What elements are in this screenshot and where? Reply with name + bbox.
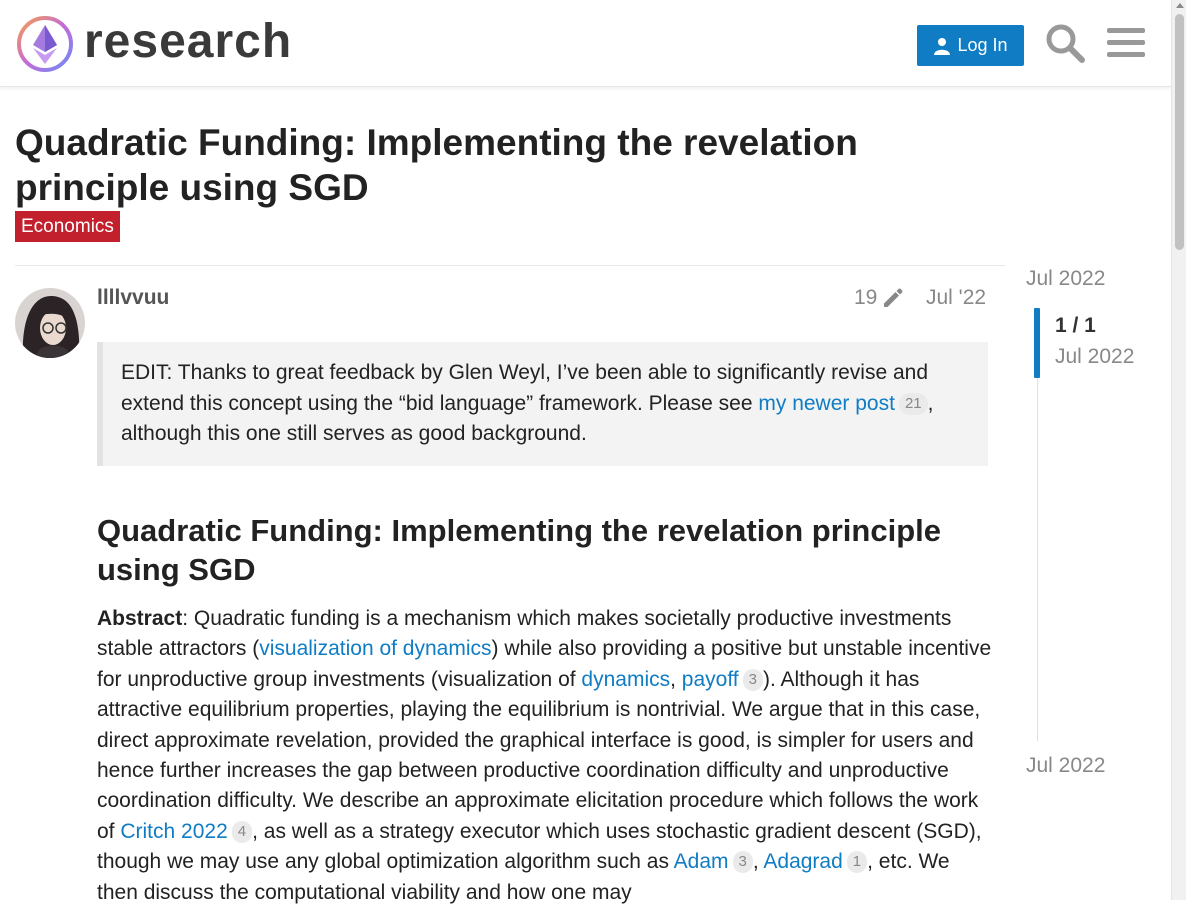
abstract-text: , — [670, 667, 682, 691]
post-date[interactable]: Jul '22 — [926, 286, 986, 310]
link-click-count: 3 — [732, 851, 753, 874]
edit-notice-quote: EDIT: Thanks to great feedback by Glen W… — [97, 342, 988, 466]
critch-2022-link[interactable]: Critch 2022 — [120, 820, 227, 843]
topic-title[interactable]: Quadratic Funding: Implementing the reve… — [15, 120, 915, 210]
scrollbar-thumb[interactable] — [1175, 14, 1184, 250]
adam-link[interactable]: Adam — [674, 850, 729, 873]
visualization-of-dynamics-link[interactable]: visualization of dynamics — [259, 637, 491, 660]
abstract-label: Abstract — [97, 607, 183, 630]
link-click-count: 4 — [231, 820, 253, 843]
timeline-position: 1 / 1 — [1055, 314, 1096, 337]
adagrad-link[interactable]: Adagrad — [763, 850, 842, 873]
post-username[interactable]: llllvvuu — [97, 286, 169, 310]
page-scrollbar[interactable] — [1171, 0, 1186, 900]
abstract-paragraph: Abstract: Quadratic funding is a mechani… — [97, 604, 992, 908]
site-name[interactable]: research — [84, 14, 292, 70]
pencil-icon — [884, 288, 903, 307]
timeline-position-date: Jul 2022 — [1055, 345, 1135, 368]
edit-count: 19 — [854, 286, 878, 309]
link-click-count: 1 — [846, 851, 868, 874]
site-logo-icon[interactable] — [16, 15, 74, 73]
link-click-count: 3 — [742, 668, 763, 691]
post-heading: Quadratic Funding: Implementing the reve… — [97, 513, 941, 587]
category-badge[interactable]: Economics — [15, 211, 120, 242]
newer-post-link[interactable]: my newer post — [758, 392, 895, 415]
timeline-start-date[interactable]: Jul 2022 — [1026, 267, 1105, 291]
dynamics-link[interactable]: dynamics — [581, 668, 670, 691]
login-button-label: Log In — [957, 35, 1008, 55]
login-button[interactable]: Log In — [917, 25, 1024, 66]
payoff-link[interactable]: payoff — [682, 668, 739, 691]
abstract-text: , — [752, 850, 764, 874]
user-icon — [934, 37, 951, 55]
abstract-text: ). Although it has attractive equilibriu… — [97, 667, 981, 843]
scroll-up-arrow-icon[interactable] — [1176, 3, 1184, 8]
link-click-count: 21 — [898, 392, 928, 415]
search-icon[interactable] — [1044, 22, 1086, 64]
user-avatar[interactable] — [15, 288, 85, 358]
site-header: research Log In — [0, 0, 1171, 87]
edit-history[interactable]: 19 — [854, 286, 905, 310]
timeline-scroll-handle[interactable] — [1034, 308, 1040, 378]
hamburger-menu-icon[interactable] — [1105, 22, 1147, 64]
title-divider — [15, 265, 1005, 266]
timeline-end-date[interactable]: Jul 2022 — [1026, 754, 1105, 778]
